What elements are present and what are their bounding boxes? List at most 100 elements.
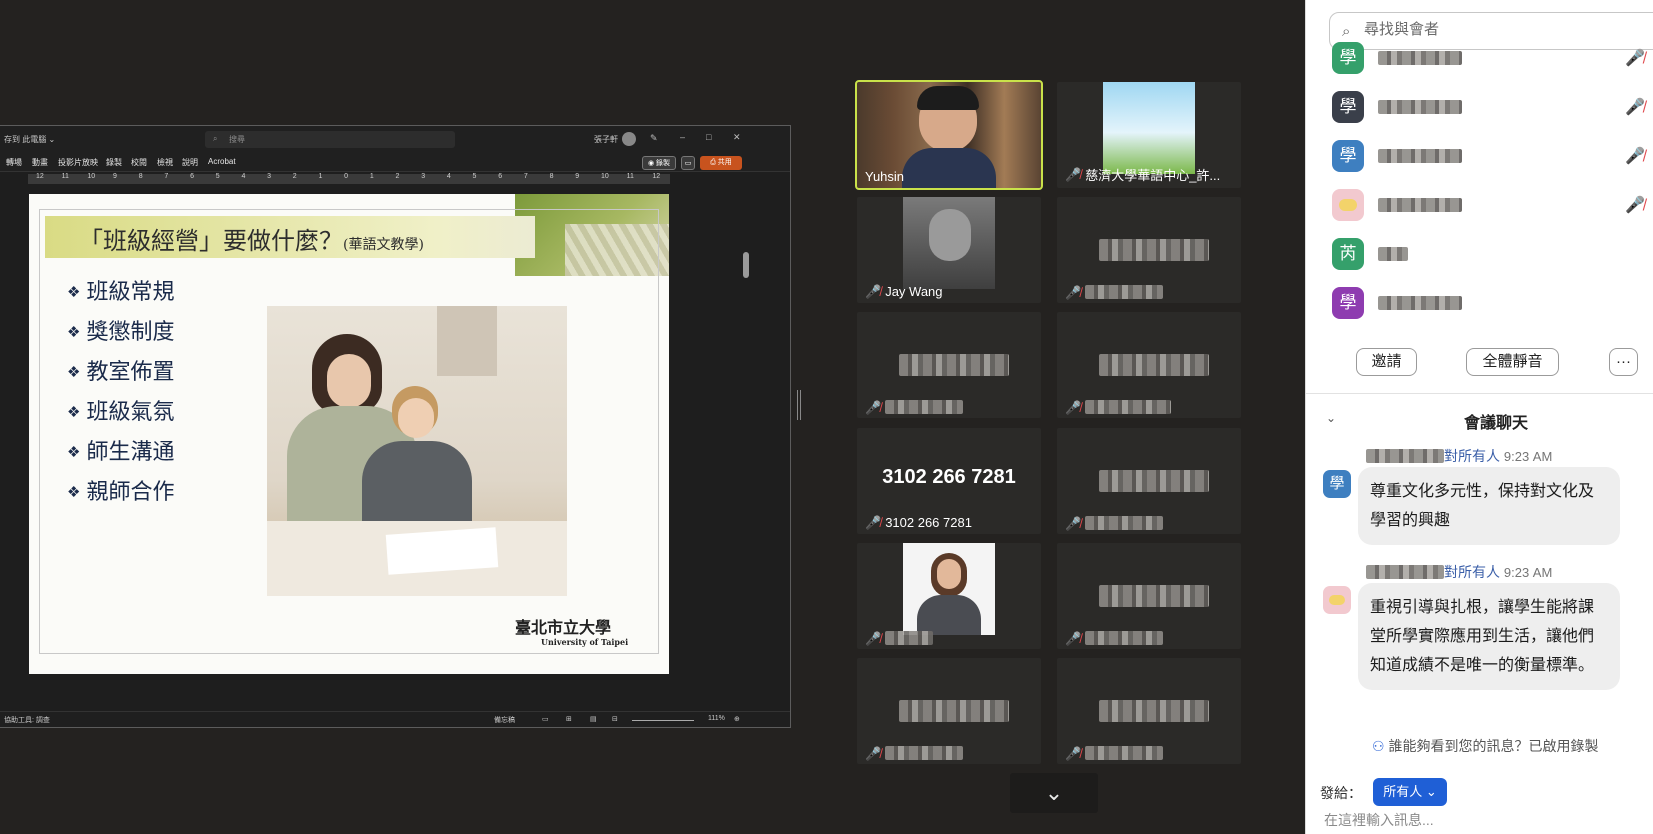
normal-view-icon[interactable]: ▭ xyxy=(542,715,549,723)
video-tile-yuhsin[interactable]: Yuhsin xyxy=(855,80,1043,190)
zoom-slider[interactable] xyxy=(632,720,694,721)
video-tile-tzuchi[interactable]: 🎤̸ 慈濟大學華語中心_許... xyxy=(1057,82,1241,188)
ruler-tick-label: 8 xyxy=(138,173,143,180)
ruler-tick-label: 0 xyxy=(344,173,349,180)
ppt-search-box[interactable]: ⌕ 搜尋 xyxy=(205,131,455,148)
participant-row[interactable]: 學 🎤̸▭̸ xyxy=(1332,38,1653,78)
accessibility-status[interactable]: 協助工具: 調查 xyxy=(4,715,50,725)
ribbon-tab-transitions[interactable]: 轉場 xyxy=(6,157,22,168)
participant-row[interactable]: 學 🎤̸▭̸ xyxy=(1332,136,1653,176)
comments-button[interactable]: ▭ xyxy=(681,156,695,170)
chevron-down-icon[interactable]: ⌄ xyxy=(1326,411,1336,425)
blurred-name xyxy=(1085,631,1164,645)
slide-bullet: 班級常規 xyxy=(67,272,174,312)
ruler-tick-label: 2 xyxy=(395,173,400,180)
splitter-handle[interactable] xyxy=(797,390,801,420)
ruler-tick-label: 6 xyxy=(498,173,503,180)
ribbon-tab-animations[interactable]: 動畫 xyxy=(32,157,48,168)
participant-row[interactable]: 🎤̸▭̸ xyxy=(1332,185,1653,225)
blurred-name xyxy=(1099,700,1209,722)
minimize-icon[interactable]: – xyxy=(680,132,685,142)
close-icon[interactable]: ✕ xyxy=(733,132,741,143)
video-tile-jay-wang[interactable]: 🎤̸ Jay Wang xyxy=(857,197,1041,303)
reading-view-icon[interactable]: ▤ xyxy=(590,715,597,723)
user-avatar-icon[interactable] xyxy=(622,132,636,146)
chat-message-input[interactable] xyxy=(1324,812,1624,828)
blurred-name xyxy=(1378,198,1462,212)
participant-name: 🎤̸ xyxy=(1065,400,1172,414)
video-tile[interactable]: 🎤̸ xyxy=(1057,428,1241,534)
chat-privacy-notice[interactable]: ⚇ 誰能夠看到您的訊息？已啟用錄製 xyxy=(1372,736,1598,756)
message-time: 9:23 AM xyxy=(1503,449,1553,464)
phone-number-display: 3102 266 7281 xyxy=(882,466,1016,488)
ruler-tick-label: 7 xyxy=(164,173,169,180)
participant-avatar: 學 xyxy=(1332,140,1364,172)
muted-mic-icon: 🎤̸ xyxy=(1065,745,1082,761)
ribbon-tab-acrobat[interactable]: Acrobat xyxy=(208,157,236,166)
video-tile[interactable]: 🎤̸ xyxy=(857,312,1041,418)
notes-button[interactable]: 備忘稿 xyxy=(494,715,515,725)
video-tile[interactable]: 🎤̸ xyxy=(1057,312,1241,418)
maximize-icon[interactable]: □ xyxy=(706,132,711,142)
invite-button[interactable]: 邀請 xyxy=(1356,348,1417,376)
slide-sorter-icon[interactable]: ⊞ xyxy=(566,715,572,723)
zoom-level[interactable]: 111% xyxy=(708,715,725,722)
save-location-dropdown[interactable]: 存到 此電腦 ⌄ xyxy=(4,134,55,145)
blurred-name xyxy=(1099,239,1209,261)
participant-search-input[interactable] xyxy=(1364,21,1644,38)
participant-row[interactable]: 學 ▭̸ xyxy=(1332,283,1653,323)
ruler-tick-label: 8 xyxy=(549,173,554,180)
participant-status-icons: 🎤̸▭̸ xyxy=(1625,195,1653,215)
participant-name: Yuhsin xyxy=(865,169,905,184)
ribbon-tab-help[interactable]: 說明 xyxy=(182,157,198,168)
gallery-next-page-button[interactable]: ⌄ xyxy=(1010,773,1098,813)
ribbon-tab-review[interactable]: 校閱 xyxy=(131,157,147,168)
participant-status-icons: ▭̸ xyxy=(1645,244,1653,264)
fit-slide-icon[interactable]: ⊕ xyxy=(734,715,740,723)
pen-icon[interactable]: ✎ xyxy=(650,133,658,144)
more-options-button[interactable]: ··· xyxy=(1609,348,1638,376)
ruler-tick-label: 4 xyxy=(241,173,246,180)
send-to-dropdown[interactable]: 所有人 ⌄ xyxy=(1373,778,1447,806)
scrollbar-thumb[interactable] xyxy=(743,252,749,278)
ribbon-tab-record[interactable]: 錄製 xyxy=(106,157,122,168)
video-tile-phone[interactable]: 3102 266 7281 🎤̸ 3102 266 7281 xyxy=(857,428,1041,534)
muted-mic-icon: 🎤̸ xyxy=(1065,630,1082,646)
video-tile[interactable]: 🎤̸ xyxy=(1057,543,1241,649)
ruler-tick-label: 11 xyxy=(61,173,69,180)
blurred-name xyxy=(1085,516,1164,530)
slide-bullet: 班級氣氛 xyxy=(67,392,174,432)
participant-row[interactable]: 學 🎤̸▭̸ xyxy=(1332,87,1653,127)
muted-mic-icon: 🎤̸ xyxy=(865,399,882,415)
ribbon-tab-slideshow[interactable]: 投影片放映 xyxy=(58,157,98,168)
muted-mic-icon: 🎤̸ xyxy=(1624,197,1645,214)
ruler-tick-label: 9 xyxy=(575,173,580,180)
ruler-tick-label: 4 xyxy=(446,173,451,180)
participant-status-icons: 🎤̸▭̸ xyxy=(1625,146,1653,166)
ppt-user-name: 張子軒 xyxy=(594,135,618,144)
blurred-name xyxy=(1378,247,1408,261)
muted-mic-icon: 🎤̸ xyxy=(1624,50,1645,67)
blurred-name xyxy=(1085,746,1164,760)
video-tile[interactable]: 🎤̸ xyxy=(857,543,1041,649)
people-icon: ⚇ xyxy=(1372,738,1385,754)
ribbon-tab-view[interactable]: 檢視 xyxy=(157,157,173,168)
video-tile[interactable]: 🎤̸ xyxy=(857,658,1041,764)
muted-mic-icon: 🎤̸ xyxy=(1065,284,1082,300)
participant-row[interactable]: 芮 ▭̸ xyxy=(1332,234,1653,274)
video-tile[interactable]: 🎤̸ xyxy=(1057,197,1241,303)
slide-canvas[interactable]: 「班級經營」要做什麼？(華語文教學) 班級常規 獎懲制度 教室佈置 班級氣氛 師… xyxy=(29,194,669,674)
vertical-scrollbar[interactable] xyxy=(743,174,749,674)
slide-bullet: 師生溝通 xyxy=(67,432,174,472)
ruler-tick-label: 9 xyxy=(113,173,117,180)
mute-all-button[interactable]: 全體靜音 xyxy=(1466,348,1559,376)
blurred-name xyxy=(885,631,934,645)
share-button[interactable]: ⎙ 共用 xyxy=(700,156,742,170)
record-button[interactable]: ◉ 錄製 xyxy=(642,156,676,170)
chat-message: 重視引導與扎根，讓學生能將課堂所學實際應用到生活，讓他們知道成績不是唯一的衡量標… xyxy=(1358,583,1620,690)
chat-title: 會議聊天 xyxy=(1464,415,1529,432)
blurred-name xyxy=(1099,354,1209,376)
slideshow-icon[interactable]: ⊟ xyxy=(612,715,618,723)
video-tile[interactable]: 🎤̸ xyxy=(1057,658,1241,764)
participant-status-icons: ▭̸ xyxy=(1645,293,1653,313)
